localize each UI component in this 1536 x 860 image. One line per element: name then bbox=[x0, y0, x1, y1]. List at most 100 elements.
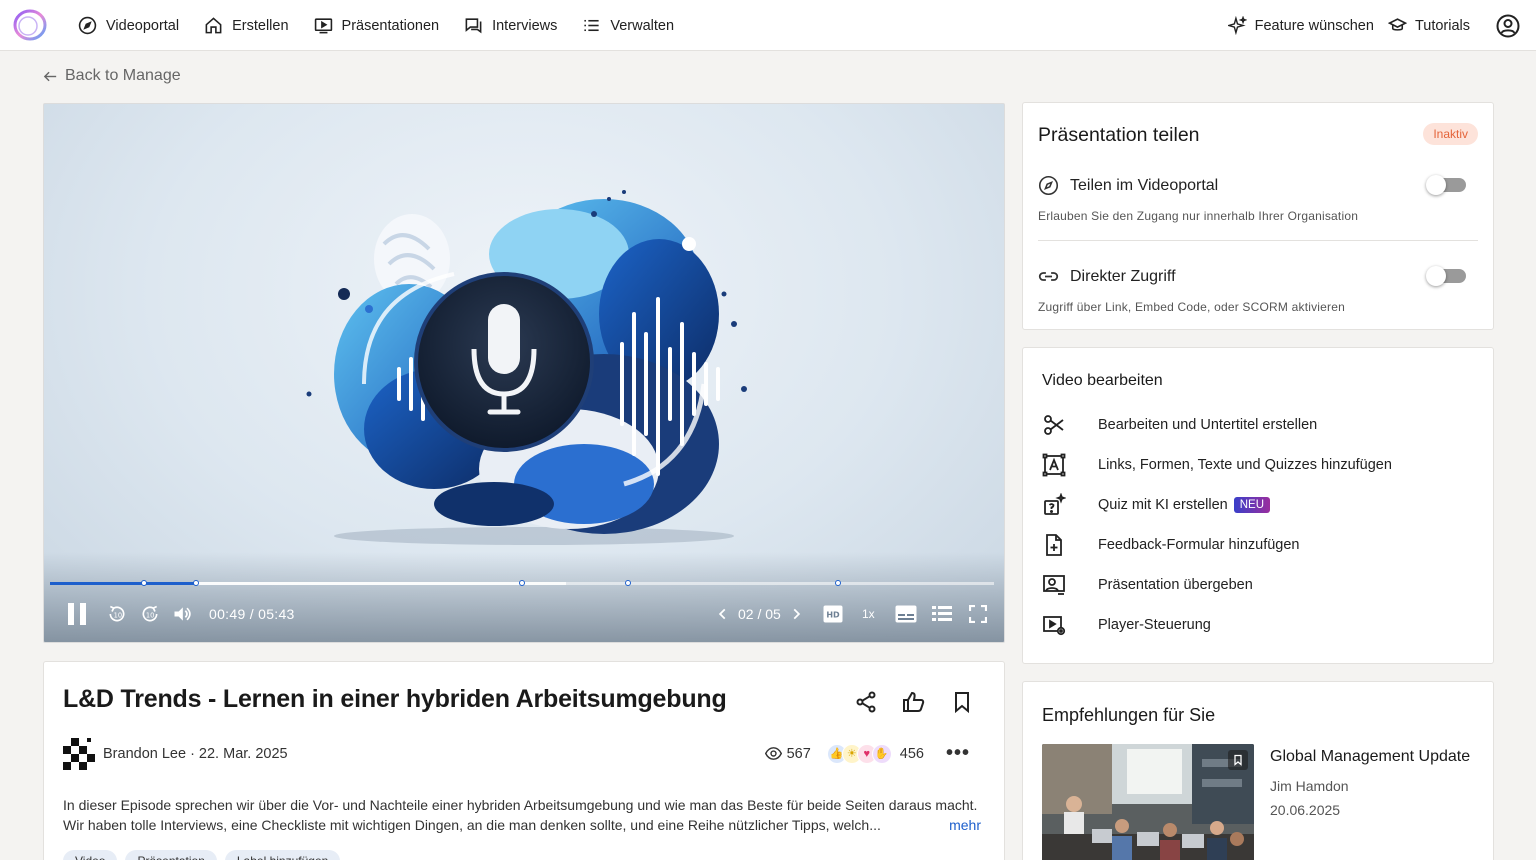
edit-item-player-controls[interactable]: Player-Steuerung bbox=[1042, 613, 1211, 637]
volume-icon[interactable] bbox=[172, 604, 192, 624]
author-and-date: Brandon Lee · 22. Mar. 2025 bbox=[103, 746, 288, 762]
subtitles-icon[interactable] bbox=[895, 605, 917, 623]
svg-text:HD: HD bbox=[826, 611, 840, 620]
edit-item-feedback-form[interactable]: Feedback-Formular hinzufügen bbox=[1042, 533, 1300, 557]
edit-item-label: Player-Steuerung bbox=[1098, 617, 1211, 633]
player-settings-icon bbox=[1043, 616, 1066, 636]
file-plus-icon bbox=[1046, 534, 1062, 556]
presenter-icon bbox=[1043, 575, 1065, 595]
tag-video[interactable]: Video bbox=[63, 850, 118, 860]
back-label: Back to Manage bbox=[65, 67, 181, 84]
nav-label: Erstellen bbox=[232, 17, 289, 34]
edit-item-overlays[interactable]: Links, Formen, Texte und Quizzes hinzufü… bbox=[1042, 453, 1392, 477]
feature-request-button[interactable]: Feature wünschen bbox=[1227, 16, 1374, 35]
fullscreen-icon[interactable] bbox=[969, 605, 987, 623]
video-info-card: L&D Trends - Lernen in einer hybriden Ar… bbox=[43, 661, 1005, 860]
share-portal-row: Teilen im Videoportal Erlauben Sie den Z… bbox=[1038, 175, 1478, 223]
reaction-icons[interactable]: 👍 ☀ ♥ ✋ bbox=[826, 743, 892, 764]
chapter-marker[interactable] bbox=[519, 580, 525, 586]
share-portal-toggle[interactable] bbox=[1426, 175, 1466, 195]
tag-list: Video Präsentation Label hinzufügen bbox=[63, 850, 348, 860]
back-to-manage-link[interactable]: Back to Manage bbox=[42, 67, 181, 85]
tutorials-label: Tutorials bbox=[1414, 17, 1470, 34]
forward-10-icon[interactable]: 10 bbox=[140, 604, 160, 624]
chevron-left-icon[interactable] bbox=[716, 607, 730, 621]
list-icon bbox=[584, 19, 599, 32]
chapters-list-icon[interactable] bbox=[932, 605, 952, 623]
thumbs-up-icon[interactable] bbox=[902, 690, 926, 714]
chapter-navigation: 02 / 05 bbox=[716, 606, 803, 622]
edit-item-ai-quiz[interactable]: Quiz mit KI erstellen NEU bbox=[1042, 493, 1271, 517]
reaction-count: 456 bbox=[899, 745, 924, 762]
nav-label: Interviews bbox=[492, 17, 558, 34]
tag-presentation[interactable]: Präsentation bbox=[125, 850, 217, 860]
recommendation-thumbnail[interactable] bbox=[1042, 744, 1254, 860]
direct-access-toggle[interactable] bbox=[1426, 266, 1466, 286]
edit-item-label: Präsentation übergeben bbox=[1098, 577, 1253, 593]
divider bbox=[1038, 240, 1478, 241]
description-text: In dieser Episode sprechen wir über die … bbox=[63, 797, 978, 833]
edit-item-handover[interactable]: Präsentation übergeben bbox=[1042, 573, 1253, 597]
view-count: 567 bbox=[786, 745, 811, 762]
progress-bar[interactable] bbox=[50, 580, 994, 586]
link-icon bbox=[1038, 272, 1059, 281]
video-stats: 567 👍 ☀ ♥ ✋ 456 ••• bbox=[764, 742, 970, 765]
svg-text:10: 10 bbox=[146, 611, 154, 619]
nav-label: Präsentationen bbox=[341, 17, 440, 34]
new-badge: NEU bbox=[1233, 497, 1271, 513]
scissors-icon bbox=[1044, 415, 1064, 435]
status-badge: Inaktiv bbox=[1423, 123, 1478, 145]
edit-item-label: Quiz mit KI erstellen bbox=[1098, 497, 1228, 513]
nav-interviews[interactable]: Interviews bbox=[464, 16, 557, 35]
video-player[interactable]: 10 10 00:49 / 05:43 02 / 05 HD 1x bbox=[43, 103, 1005, 643]
rewind-10-icon[interactable]: 10 bbox=[107, 604, 127, 624]
direct-access-row: Direkter Zugriff Zugriff über Link, Embe… bbox=[1038, 266, 1478, 314]
nav-label: Verwalten bbox=[610, 17, 675, 34]
chapter-marker[interactable] bbox=[624, 580, 631, 586]
recommendation-date: 20.06.2025 bbox=[1270, 802, 1341, 818]
edit-panel: Video bearbeiten Bearbeiten und Untertit… bbox=[1022, 347, 1494, 664]
title-actions bbox=[830, 690, 974, 714]
share-portal-hint: Erlauben Sie den Zugang nur innerhalb Ih… bbox=[1038, 209, 1359, 223]
show-more-link[interactable]: mehr bbox=[941, 815, 981, 835]
recommendation-author: Jim Hamdon bbox=[1270, 778, 1349, 794]
share-icon[interactable] bbox=[854, 690, 878, 714]
recommendations-panel: Empfehlungen für Sie Global Management U… bbox=[1022, 681, 1494, 860]
nav-label: Videoportal bbox=[106, 17, 180, 34]
user-account-icon[interactable] bbox=[1496, 14, 1520, 38]
hd-quality-icon[interactable]: HD bbox=[823, 605, 843, 623]
nav-erstellen[interactable]: Erstellen bbox=[204, 16, 289, 35]
edit-item-label: Bearbeiten und Untertitel erstellen bbox=[1098, 417, 1318, 433]
nav-praesentationen[interactable]: Präsentationen bbox=[314, 16, 440, 35]
compass-icon bbox=[1038, 175, 1059, 196]
pause-icon[interactable] bbox=[66, 602, 88, 626]
arrow-left-icon bbox=[43, 71, 57, 81]
bookmark-icon[interactable] bbox=[1228, 750, 1248, 770]
recommendation-title[interactable]: Global Management Update bbox=[1270, 748, 1470, 766]
feature-label: Feature wünschen bbox=[1254, 17, 1374, 34]
video-description: In dieser Episode sprechen wir über die … bbox=[63, 795, 981, 835]
clap-reaction-icon: ✋ bbox=[871, 743, 892, 764]
nav-videoportal[interactable]: Videoportal bbox=[78, 16, 179, 35]
edit-item-subtitles[interactable]: Bearbeiten und Untertitel erstellen bbox=[1042, 413, 1317, 437]
add-label-button[interactable]: Label hinzufügen bbox=[224, 850, 341, 860]
time-display: 00:49 / 05:43 bbox=[209, 606, 295, 622]
tutorials-button[interactable]: Tutorials bbox=[1387, 16, 1470, 35]
top-navigation: Videoportal Erstellen Präsentationen Int… bbox=[0, 0, 1536, 51]
svg-text:10: 10 bbox=[114, 611, 122, 619]
author-avatar[interactable] bbox=[63, 738, 95, 770]
recommendations-title: Empfehlungen für Sie bbox=[1042, 705, 1216, 725]
share-panel: Präsentation teilen Inaktiv Teilen im Vi… bbox=[1022, 102, 1494, 330]
chevron-right-icon[interactable] bbox=[789, 607, 803, 621]
nav-verwalten[interactable]: Verwalten bbox=[582, 16, 674, 35]
chat-icon bbox=[465, 18, 482, 34]
more-options-icon[interactable]: ••• bbox=[946, 742, 970, 765]
direct-access-label: Direkter Zugriff bbox=[1070, 267, 1176, 285]
home-icon bbox=[205, 17, 222, 34]
bookmark-icon[interactable] bbox=[950, 690, 974, 714]
app-logo[interactable] bbox=[13, 9, 47, 41]
playback-speed[interactable]: 1x bbox=[862, 607, 875, 621]
sparkle-icon bbox=[1227, 16, 1247, 35]
compass-icon bbox=[78, 16, 97, 35]
eye-icon bbox=[764, 747, 782, 760]
